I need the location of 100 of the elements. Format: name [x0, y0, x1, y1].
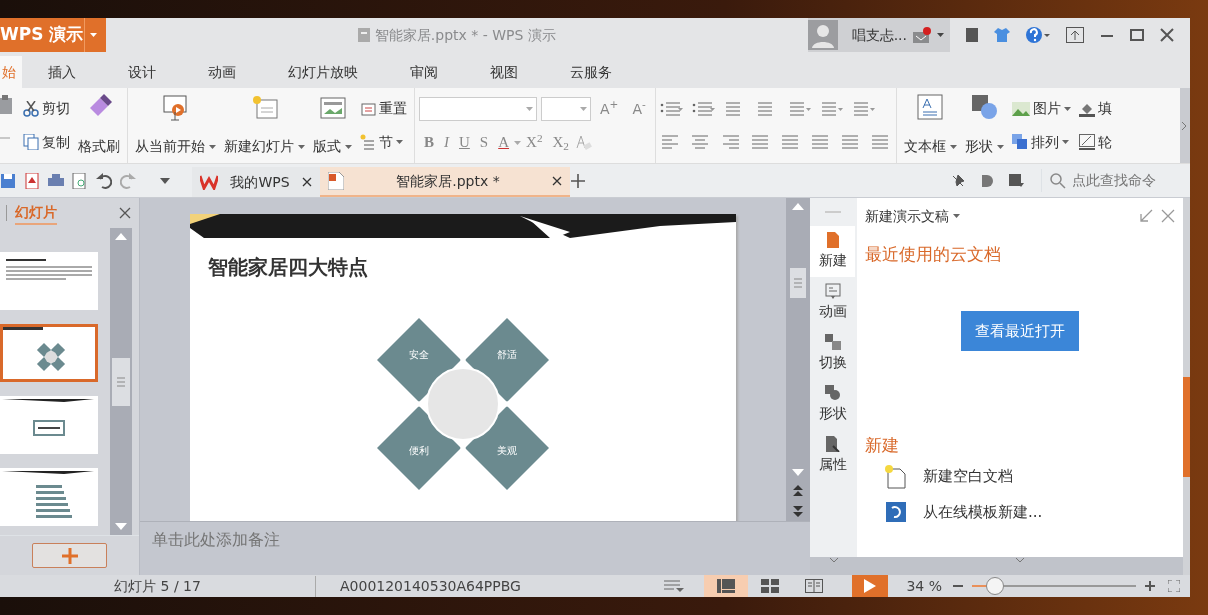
add-tab-icon[interactable]: [570, 172, 586, 189]
caret-icon: [514, 140, 522, 145]
align-text-icon[interactable]: [819, 100, 844, 117]
side-panel-tab[interactable]: 属性: [810, 430, 855, 481]
caret-icon: [996, 144, 1004, 149]
d-badge-icon[interactable]: [981, 173, 993, 188]
menu-tab[interactable]: 视图: [464, 56, 544, 88]
slide-thumbnail[interactable]: [0, 324, 98, 382]
notes-toggle-icon[interactable]: [664, 579, 685, 593]
help-icon[interactable]: [1026, 27, 1050, 43]
undo-icon[interactable]: [96, 172, 112, 189]
picture-button[interactable]: 图片: [1008, 96, 1074, 122]
next-slide-icon[interactable]: [793, 505, 803, 517]
play-from-current-button[interactable]: 从当前开始: [132, 92, 219, 159]
fit-window-icon[interactable]: [1168, 580, 1180, 592]
copy-button[interactable]: 复制: [20, 129, 73, 155]
command-search-field[interactable]: 点此查找命令: [1041, 169, 1182, 192]
close-icon[interactable]: [1160, 28, 1174, 42]
close-icon[interactable]: [552, 176, 562, 186]
text-direction-icon[interactable]: [787, 100, 812, 117]
zoom-in-icon[interactable]: [1144, 580, 1156, 592]
menu-tab[interactable]: 云服务: [544, 56, 638, 88]
text-box-button[interactable]: 文本框: [900, 92, 960, 159]
layout-button[interactable]: 版式: [310, 92, 355, 159]
print-icon[interactable]: [48, 172, 64, 189]
view-button[interactable]: [704, 575, 749, 597]
section-heading: 新建: [864, 434, 900, 457]
scroll-thumb-icon[interactable]: [112, 357, 130, 406]
text-column-icon[interactable]: [851, 100, 876, 117]
save-icon[interactable]: [0, 172, 16, 189]
pin-icon[interactable]: [951, 173, 965, 188]
side-panel-tab[interactable]: 切换: [810, 328, 855, 379]
scrollbar[interactable]: [786, 198, 810, 521]
close-icon[interactable]: [302, 177, 312, 187]
numbered-list-icon[interactable]: [691, 100, 716, 117]
text-box-icon: [917, 94, 944, 120]
close-icon[interactable]: [119, 207, 131, 219]
side-handle[interactable]: [1183, 376, 1190, 477]
menu-tab[interactable]: 幻灯片放映: [262, 56, 384, 88]
new-document-item[interactable]: 新建空白文档: [857, 458, 1183, 495]
print-preview-icon[interactable]: [72, 172, 88, 189]
scrollbar[interactable]: [110, 228, 132, 535]
side-panel-tab[interactable]: 形状: [810, 379, 855, 430]
arrange-button[interactable]: 排列: [1008, 129, 1074, 155]
new-slide-button[interactable]: 新建幻灯片: [221, 92, 308, 159]
shrink-font-button[interactable]: A$^{-}$: [627, 98, 651, 120]
slideshow-button[interactable]: [852, 575, 889, 597]
recent-open-button[interactable]: 查看最近打开: [961, 310, 1079, 351]
inbox-icon: [913, 27, 931, 43]
scroll-down-icon[interactable]: [792, 469, 804, 477]
menu-tab[interactable]: 动画: [182, 56, 262, 88]
outline-button[interactable]: 轮: [1075, 129, 1115, 155]
download-box-icon[interactable]: [1009, 173, 1025, 188]
side-panel-tab[interactable]: 动画: [810, 277, 855, 328]
document-tab[interactable]: 我的WPS: [192, 167, 320, 197]
maximize-icon[interactable]: [1130, 28, 1144, 42]
presentation-file-icon: [328, 172, 344, 190]
upload-window-icon[interactable]: [1066, 27, 1084, 43]
scroll-down-icon[interactable]: [1015, 557, 1025, 565]
font-name-field[interactable]: [419, 97, 537, 122]
slider-thumb[interactable]: [985, 577, 1004, 595]
caret-icon: [396, 140, 403, 145]
scroll-up-icon[interactable]: [115, 232, 127, 240]
zoom-slider[interactable]: [972, 576, 1136, 596]
format-painter-button[interactable]: 格式刷: [75, 92, 123, 159]
menu-tab[interactable]: 审阅: [384, 56, 464, 88]
shape-button[interactable]: 形状: [961, 92, 1007, 159]
reset-icon: [360, 100, 376, 117]
scroll-down-icon[interactable]: [115, 523, 127, 531]
shirt-icon[interactable]: [994, 28, 1010, 42]
new-document-item[interactable]: 从在线模板新建...: [857, 494, 1183, 531]
side-panel-tab[interactable]: 新建: [810, 226, 855, 277]
expand-icon[interactable]: [1180, 120, 1188, 131]
menu-tab[interactable]: 插入: [22, 56, 102, 88]
redo-icon[interactable]: [120, 172, 136, 189]
bullet-list-icon[interactable]: [659, 100, 684, 117]
caret-icon: [949, 144, 957, 149]
fill-button[interactable]: 填: [1075, 96, 1115, 122]
document-icon: [885, 500, 907, 525]
superscript-button[interactable]: X$^{2}$: [521, 131, 548, 154]
side-tab-icon: [824, 436, 841, 452]
font-size-field[interactable]: [541, 97, 591, 122]
scroll-down-icon[interactable]: [828, 557, 839, 565]
scroll-up-icon[interactable]: [792, 202, 804, 210]
previous-slide-icon[interactable]: [793, 485, 803, 497]
cut-button[interactable]: 剪切: [20, 96, 73, 122]
caret-icon: [526, 107, 533, 112]
copy-icon: [23, 134, 39, 151]
scroll-thumb-icon[interactable]: [790, 268, 806, 298]
document-tab[interactable]: 智能家居.pptx *: [320, 167, 570, 197]
reset-button[interactable]: 重置: [357, 96, 410, 122]
pdf-icon[interactable]: [24, 172, 40, 189]
dock-icon[interactable]: [1139, 209, 1153, 223]
section-button[interactable]: 节: [357, 129, 410, 155]
window-title: 智能家居.pptx * - WPS 演示: [374, 25, 556, 45]
menu-tab[interactable]: 设计: [102, 56, 182, 88]
feature-diamond: 美观: [465, 406, 549, 490]
add-slide-button[interactable]: [32, 543, 107, 568]
clear-format-icon[interactable]: [574, 133, 592, 152]
side-tab-icon: [824, 232, 841, 248]
